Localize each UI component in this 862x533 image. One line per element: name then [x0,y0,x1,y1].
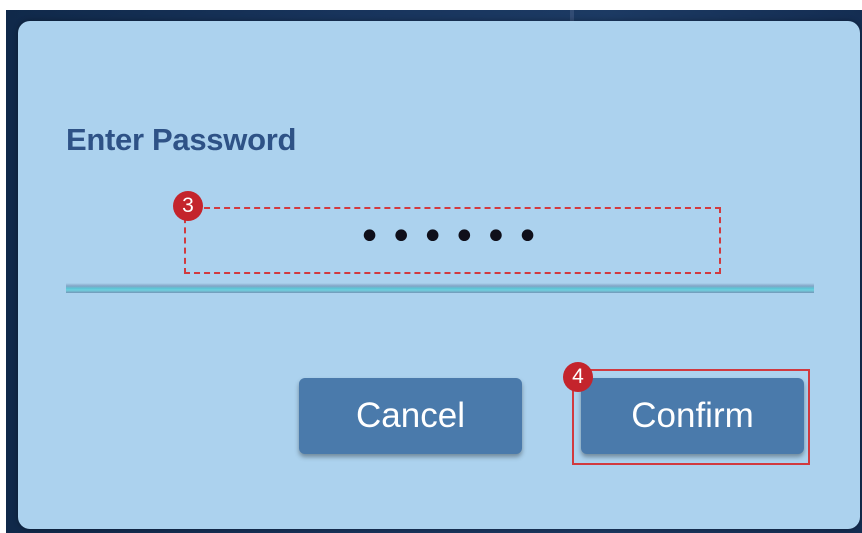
cancel-button[interactable]: Cancel [299,378,522,454]
dialog-title: Enter Password [66,122,297,157]
step-badge-3: 3 [173,191,203,221]
confirm-button[interactable]: Confirm [581,378,804,454]
password-input[interactable]: •••••• [184,207,721,274]
password-dialog: Enter Password •••••• 3 Cancel Confirm 4 [18,21,860,529]
password-masked-value: •••••• [357,213,548,260]
step-badge-4: 4 [563,362,593,392]
input-underline [66,283,814,293]
